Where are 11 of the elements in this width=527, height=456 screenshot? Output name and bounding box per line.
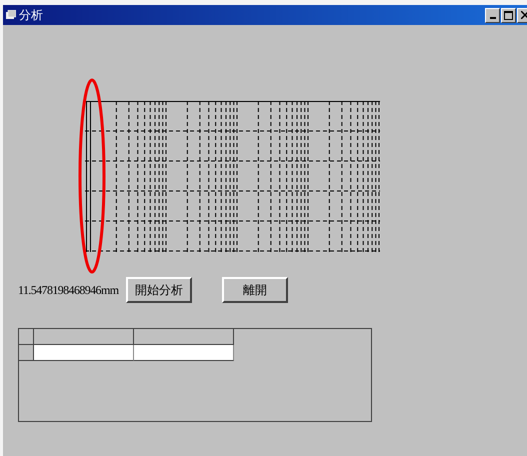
window-title: 分析 — [19, 6, 44, 24]
grid-cell[interactable] — [34, 345, 134, 361]
maximize-icon — [504, 10, 513, 20]
exit-button[interactable]: 離開 — [222, 277, 288, 303]
start-analysis-button[interactable]: 開始分析 — [126, 277, 192, 303]
window-icon — [6, 10, 16, 20]
measurement-readout: 11.5478198468946mm — [18, 282, 120, 298]
maximize-button[interactable] — [501, 8, 516, 22]
minimize-button[interactable] — [485, 8, 500, 22]
grid-cell[interactable] — [134, 345, 234, 361]
close-icon — [520, 11, 527, 19]
